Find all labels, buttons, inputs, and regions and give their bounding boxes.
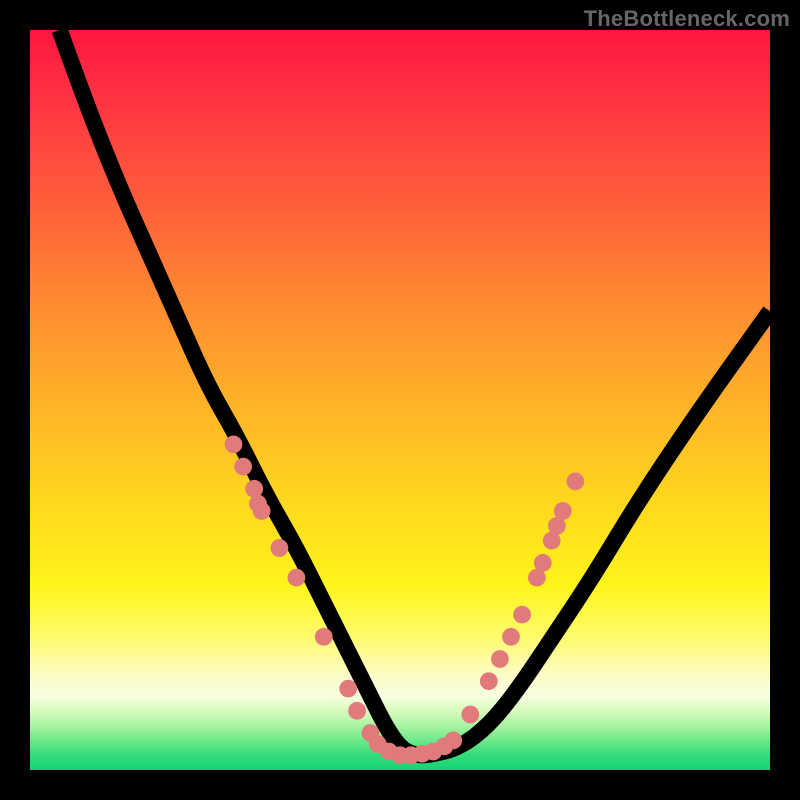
marker-dot — [480, 672, 498, 690]
marker-dot — [271, 539, 289, 557]
marker-dot — [253, 502, 271, 520]
marker-dot — [444, 732, 462, 750]
bottleneck-curve — [60, 30, 770, 755]
chart-frame: TheBottleneck.com — [0, 0, 800, 800]
marker-dot — [491, 650, 509, 668]
marker-group — [225, 436, 585, 765]
marker-dot — [339, 680, 357, 698]
marker-dot — [245, 480, 263, 498]
watermark-text: TheBottleneck.com — [584, 6, 790, 32]
marker-dot — [513, 606, 531, 624]
marker-dot — [534, 554, 552, 572]
marker-dot — [315, 628, 333, 646]
marker-dot — [554, 502, 572, 520]
marker-dot — [234, 458, 252, 476]
curve-svg — [30, 30, 770, 770]
marker-dot — [567, 473, 585, 491]
marker-dot — [225, 436, 243, 454]
marker-dot — [461, 706, 479, 724]
marker-dot — [502, 628, 520, 646]
marker-dot — [288, 569, 306, 587]
plot-area — [30, 30, 770, 770]
marker-dot — [348, 702, 366, 720]
